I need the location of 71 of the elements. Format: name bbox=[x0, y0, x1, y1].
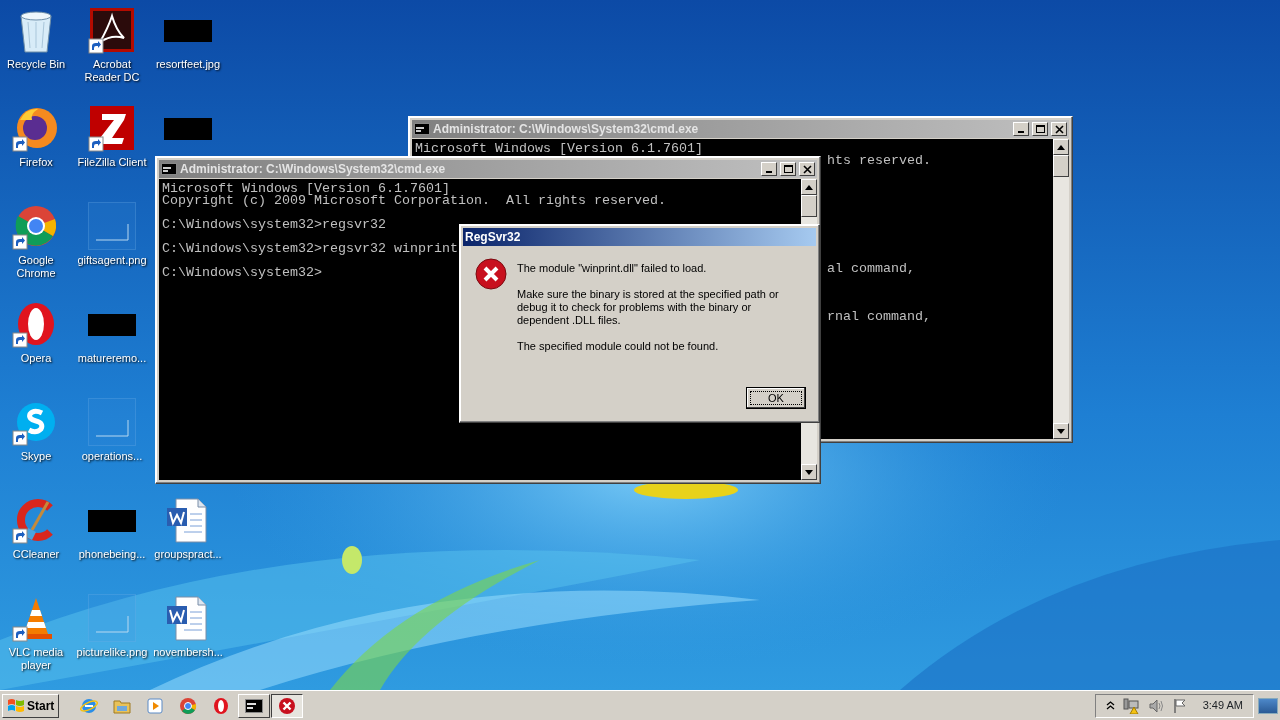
desktop-shortcut[interactable]: Recycle Bin bbox=[0, 6, 74, 71]
maximize-button[interactable] bbox=[1032, 122, 1048, 136]
desktop-shortcut[interactable]: matureremo... bbox=[74, 300, 150, 365]
ok-button[interactable]: OK bbox=[746, 387, 806, 409]
desktop-shortcut[interactable]: phonebeing... bbox=[74, 496, 150, 561]
up-arrow-icon bbox=[1057, 144, 1065, 150]
error-icon bbox=[475, 258, 507, 290]
desktop-shortcut[interactable]: Opera bbox=[0, 300, 74, 365]
minimize-icon bbox=[766, 171, 772, 173]
desktop-shortcut[interactable]: FileZilla Client bbox=[74, 104, 150, 169]
browser-icon bbox=[179, 696, 198, 715]
ring-icon bbox=[212, 696, 231, 715]
close-button[interactable] bbox=[1051, 122, 1067, 136]
console-line: hts reserved. bbox=[827, 155, 931, 167]
maximize-button[interactable] bbox=[780, 162, 796, 176]
down-arrow-icon bbox=[1057, 428, 1065, 434]
window-title: RegSvr32 bbox=[465, 229, 521, 246]
desktop-shortcut[interactable]: groupspract... bbox=[150, 496, 226, 561]
scroll-up-button[interactable] bbox=[1053, 139, 1069, 155]
network-icon[interactable] bbox=[1122, 697, 1141, 714]
scroll-thumb[interactable] bbox=[1053, 155, 1069, 177]
console-line: C:\Windows\system32>regsvr32 bbox=[162, 219, 386, 231]
console-line: rnal command, bbox=[827, 311, 931, 323]
speaker-icon[interactable] bbox=[1148, 698, 1165, 713]
desktop-shortcut[interactable]: operations... bbox=[74, 398, 150, 463]
scroll-thumb[interactable] bbox=[801, 195, 817, 217]
desktop-shortcut[interactable]: CCleaner bbox=[0, 496, 74, 561]
scroll-down-button[interactable] bbox=[801, 464, 817, 480]
desktop-shortcut[interactable]: Firefox bbox=[0, 104, 74, 169]
play-icon bbox=[146, 696, 165, 715]
close-icon bbox=[801, 163, 813, 175]
desktop-shortcut[interactable]: giftsagent.png bbox=[74, 202, 150, 267]
window-title: Administrator: C:\Windows\System32\cmd.exe bbox=[433, 121, 700, 138]
desktop-shortcut[interactable]: resortfeet.jpg bbox=[150, 6, 226, 71]
windows-flag-icon bbox=[7, 696, 25, 715]
desktop-shortcut[interactable]: Skype bbox=[0, 398, 74, 463]
scroll-up-button[interactable] bbox=[801, 179, 817, 195]
console-icon bbox=[245, 696, 264, 715]
scrollbar[interactable] bbox=[1053, 139, 1069, 439]
scroll-down-button[interactable] bbox=[1053, 423, 1069, 439]
chevron-icon[interactable] bbox=[1105, 701, 1115, 710]
taskbar-button[interactable] bbox=[271, 693, 304, 718]
minimize-button[interactable] bbox=[761, 162, 777, 176]
close-button[interactable] bbox=[799, 162, 815, 176]
down-arrow-icon bbox=[805, 469, 813, 475]
up-arrow-icon bbox=[805, 184, 813, 190]
maximize-icon bbox=[1034, 123, 1046, 135]
dialog-message: Make sure the binary is stored at the specified path or debug it to check for problems with the binary or dependent .DLL files. bbox=[517, 288, 780, 327]
minimize-button[interactable] bbox=[1013, 122, 1029, 136]
show-desktop-button[interactable] bbox=[1258, 697, 1278, 714]
desktop-shortcut[interactable]: Acrobat Reader DC bbox=[74, 6, 150, 84]
console-line: C:\Windows\system32>regsvr32 winprint bbox=[162, 243, 458, 255]
dialog-message: The specified module could not be found. bbox=[517, 340, 720, 353]
console-line: Microsoft Windows [Version 6.1.7601] bbox=[415, 143, 703, 155]
console-icon bbox=[161, 162, 177, 176]
console-icon bbox=[414, 122, 430, 136]
flag-icon[interactable] bbox=[1172, 697, 1187, 714]
console-line: Microsoft Windows [Version 6.1.7601] bbox=[162, 183, 450, 195]
error-icon bbox=[278, 696, 297, 715]
desktop-shortcut[interactable]: Google Chrome bbox=[0, 202, 74, 280]
minimize-icon bbox=[1018, 131, 1024, 133]
console-line: al command, bbox=[827, 263, 915, 275]
globe-icon bbox=[80, 696, 99, 715]
start-button[interactable]: Start bbox=[2, 693, 60, 718]
dialog-message: The module "winprint.dll" failed to load. bbox=[517, 262, 708, 275]
maximize-icon bbox=[782, 163, 794, 175]
close-icon bbox=[1053, 123, 1065, 135]
console-line: C:\Windows\system32> bbox=[162, 267, 322, 279]
console-line: Copyright (c) 2009 Microsoft Corporation. All rights reserved. bbox=[162, 195, 666, 207]
window-title: Administrator: C:\Windows\System32\cmd.exe bbox=[180, 161, 447, 178]
clock[interactable]: 3:49 AM bbox=[1202, 697, 1243, 714]
